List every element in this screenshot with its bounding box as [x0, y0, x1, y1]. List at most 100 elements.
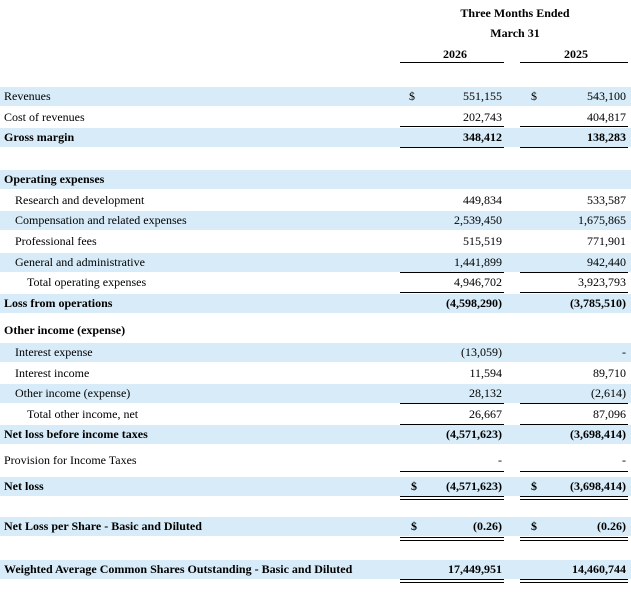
value-2026: 11,594: [469, 366, 502, 380]
row-label: Cost of revenues: [4, 110, 85, 124]
divider-line: [520, 292, 628, 293]
value-2025: 533,587: [587, 193, 626, 207]
value-2025: (2,614): [591, 386, 626, 400]
table-row-gross-margin: Gross margin 348,412 138,283: [0, 128, 631, 147]
table-row-net-loss-before-tax: Net loss before income taxes (4,571,623)…: [0, 425, 631, 444]
table-row-general-admin: General and administrative 1,441,899 942…: [0, 253, 631, 272]
value-2026: 26,667: [469, 407, 502, 421]
table-row-research: Research and development 449,834 533,587: [0, 191, 631, 210]
value-2025: 942,440: [587, 255, 626, 269]
table-row-eps: Net Loss per Share - Basic and Diluted $…: [0, 517, 631, 536]
value-2025: (3,785,510): [570, 296, 626, 310]
value-2026: (4,571,623): [446, 479, 502, 493]
value-2025: (0.26): [597, 519, 626, 533]
value-2025: 3,923,793: [578, 275, 626, 289]
value-2026: (0.26): [473, 519, 502, 533]
divider-line: [400, 292, 504, 293]
row-label: Gross margin: [4, 130, 75, 144]
double-underline: [400, 540, 504, 541]
row-label: Revenues: [4, 89, 51, 103]
value-2025: 14,460,744: [572, 562, 626, 576]
value-2026: 348,412: [463, 130, 502, 144]
table-row-weighted-shares: Weighted Average Common Shares Outstandi…: [0, 560, 631, 579]
table-row-interest-expense: Interest expense (13,059) -: [0, 343, 631, 362]
value-2025: 771,901: [587, 234, 626, 248]
double-underline: [520, 496, 628, 497]
section-label: Other income (expense): [4, 323, 126, 337]
value-2025: (3,698,414): [570, 479, 626, 493]
double-underline: [400, 496, 504, 497]
divider-line: [520, 147, 628, 148]
divider-line: [520, 471, 628, 472]
divider-line: [520, 126, 628, 127]
value-2026: 17,449,951: [448, 562, 502, 576]
section-label: Operating expenses: [4, 172, 105, 186]
table-row-professional-fees: Professional fees 515,519 771,901: [0, 232, 631, 251]
section-operating-expenses: Operating expenses: [0, 170, 631, 189]
value-2025: -: [622, 345, 626, 359]
table-row-revenues: Revenues $ 551,155 $ 543,100: [0, 87, 631, 106]
value-2025: 543,100: [587, 89, 626, 103]
value-2026: 551,155: [463, 89, 502, 103]
row-label: Provision for Income Taxes: [4, 453, 137, 467]
row-label: Other income (expense): [15, 386, 131, 400]
period-header-line2: March 31: [490, 26, 540, 40]
section-other-income: Other income (expense): [0, 321, 631, 340]
value-2026: (4,598,290): [446, 296, 502, 310]
double-underline: [520, 540, 628, 541]
double-underline: [400, 537, 504, 538]
value-2026: 202,743: [463, 110, 502, 124]
double-underline: [400, 579, 504, 580]
double-underline: [520, 579, 628, 580]
table-row-cost-of-revenues: Cost of revenues 202,743 404,817: [0, 108, 631, 127]
double-underline: [400, 499, 504, 500]
value-2026: 28,132: [469, 386, 502, 400]
table-row-other-income: Other income (expense) 28,132 (2,614): [0, 384, 631, 403]
value-2026: -: [498, 453, 502, 467]
double-underline: [520, 582, 628, 583]
table-row-loss-from-operations: Loss from operations (4,598,290) (3,785,…: [0, 294, 631, 313]
value-2025: 1,675,865: [578, 213, 626, 227]
row-label: Professional fees: [15, 234, 97, 248]
row-label: Net loss before income taxes: [4, 427, 148, 441]
divider-line: [520, 403, 628, 404]
divider-line: [400, 126, 504, 127]
row-label: Loss from operations: [4, 296, 113, 310]
year-2026-underline: [400, 62, 504, 63]
table-row-compensation: Compensation and related expenses 2,539,…: [0, 211, 631, 230]
row-label: Weighted Average Common Shares Outstandi…: [4, 562, 353, 576]
value-2025: (3,698,414): [570, 427, 626, 441]
value-2025: 138,283: [587, 130, 626, 144]
row-label: Net Loss per Share - Basic and Diluted: [4, 519, 202, 533]
table-row-total-opex: Total operating expenses 4,946,702 3,923…: [0, 273, 631, 292]
double-underline: [520, 537, 628, 538]
row-label: Interest income: [15, 366, 90, 380]
row-label: Research and development: [15, 193, 145, 207]
value-2025: 87,096: [593, 407, 626, 421]
value-2025: -: [622, 453, 626, 467]
value-2026: (4,571,623): [446, 427, 502, 441]
value-2026: 515,519: [463, 234, 502, 248]
table-row-total-other: Total other income, net 26,667 87,096: [0, 405, 631, 424]
period-header-line1: Three Months Ended: [460, 6, 570, 20]
divider-line: [400, 147, 504, 148]
divider-line: [400, 403, 504, 404]
value-2026: 1,441,899: [454, 255, 502, 269]
year-2025-header: 2025: [564, 47, 588, 61]
table-row-interest-income: Interest income 11,594 89,710: [0, 364, 631, 383]
row-label: General and administrative: [15, 255, 145, 269]
year-2025-underline: [520, 62, 628, 63]
divider-line: [400, 471, 504, 472]
value-2026: 449,834: [463, 193, 502, 207]
row-label: Net loss: [4, 479, 44, 493]
year-2026-header: 2026: [443, 47, 467, 61]
double-underline: [520, 499, 628, 500]
table-row-net-loss: Net loss $ (4,571,623) $ (3,698,414): [0, 477, 631, 496]
value-2025: 89,710: [593, 366, 626, 380]
row-label: Compensation and related expenses: [15, 213, 187, 227]
row-label: Total other income, net: [27, 407, 139, 421]
value-2026: 2,539,450: [454, 213, 502, 227]
value-2026: 4,946,702: [454, 275, 502, 289]
value-2025: 404,817: [587, 110, 626, 124]
row-label: Interest expense: [15, 345, 93, 359]
